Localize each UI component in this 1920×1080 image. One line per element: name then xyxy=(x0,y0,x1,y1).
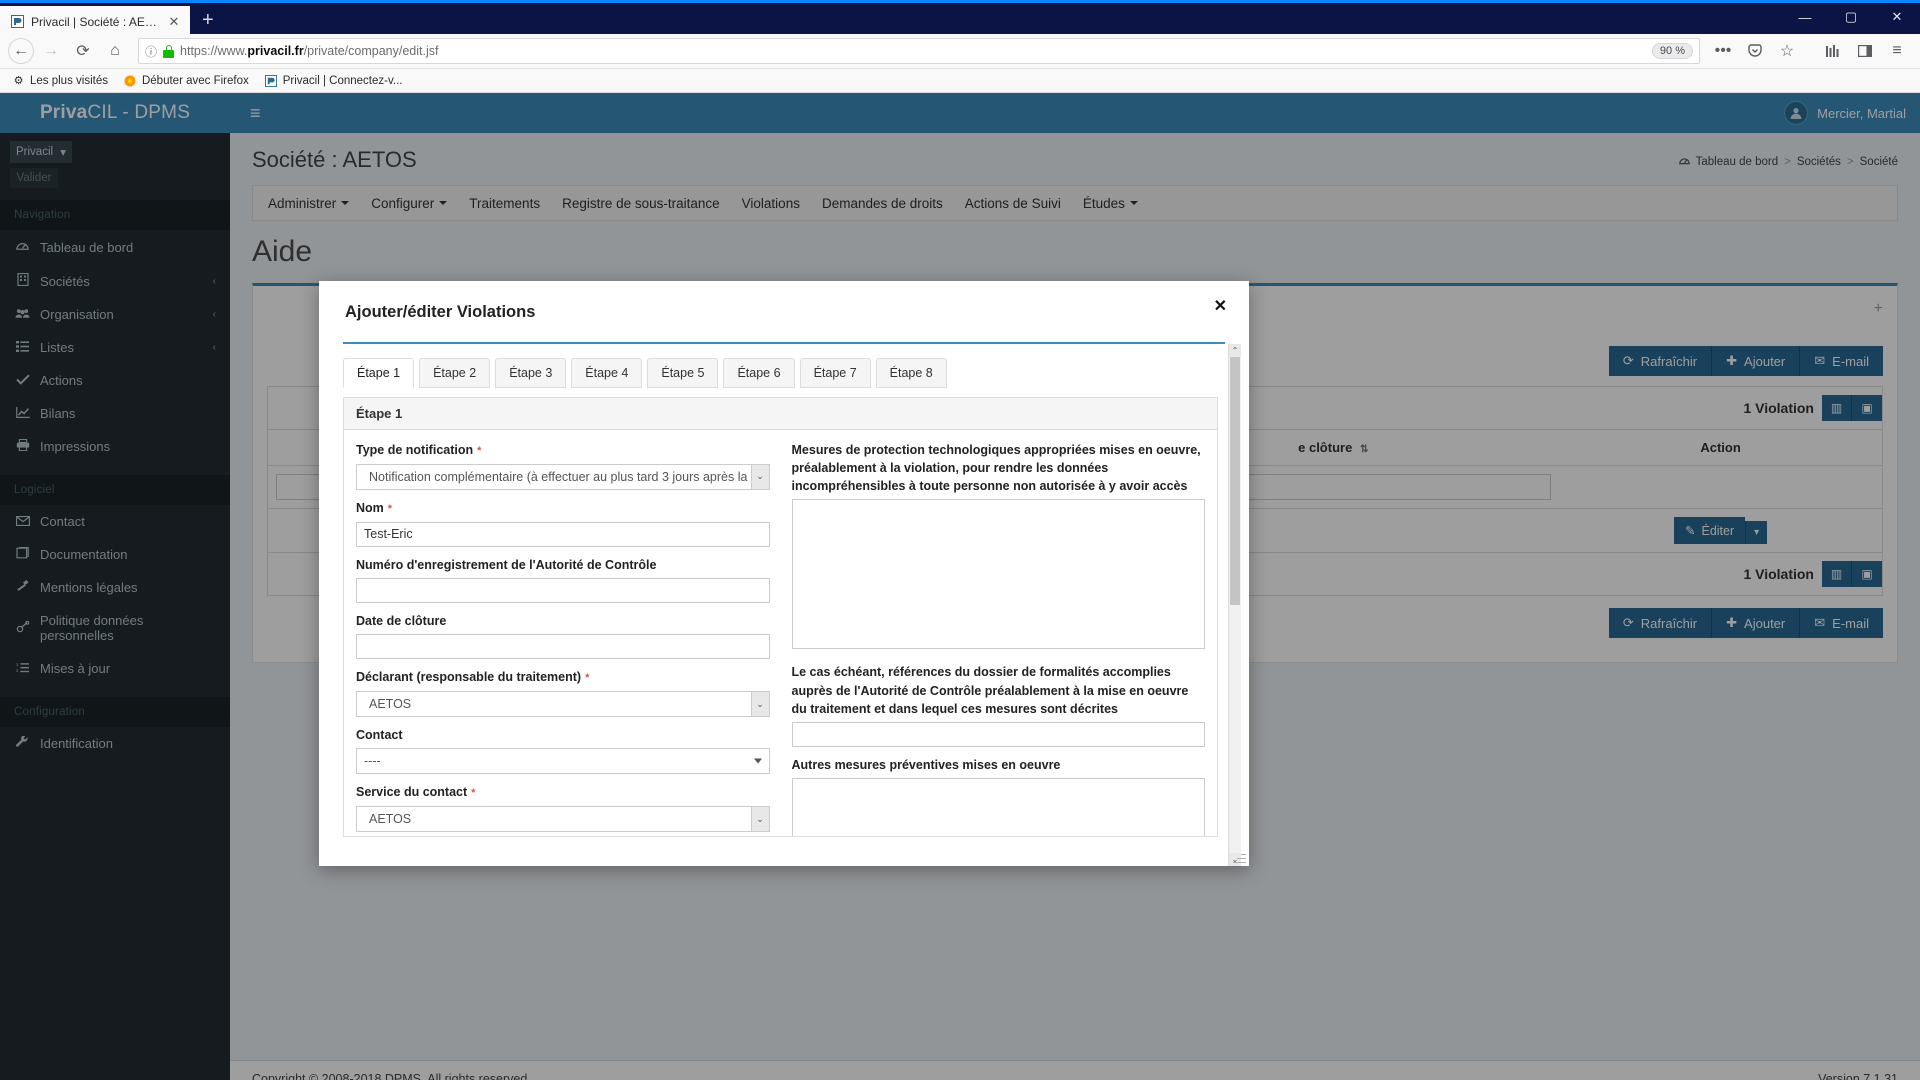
library-icon[interactable] xyxy=(1818,37,1848,65)
input-references-dossier-formalites[interactable] xyxy=(791,721,1205,747)
bookmarks-bar: ⚙ Les plus visités Débuter avec Firefox … xyxy=(0,69,1920,93)
violation-modal: Ajouter/éditer Violations ✕ Étape 1 Étap… xyxy=(319,281,1249,866)
tab-etape-7[interactable]: Étape 7 xyxy=(799,358,871,388)
label-references-dossier-formalites: Le cas échéant, références du dossier de… xyxy=(791,665,1189,716)
label-text: Type de notification xyxy=(356,443,474,457)
url-bar[interactable]: ⓘ https://www.privacil.fr/private/compan… xyxy=(138,38,1700,64)
forward-icon[interactable]: → xyxy=(36,37,66,65)
sidebar-toggle-icon[interactable] xyxy=(1850,37,1880,65)
modal-resize-handle[interactable] xyxy=(1233,850,1246,863)
modal-fieldset: Étape 1 Type de notification * Notificati… xyxy=(343,397,1218,837)
window-controls: — ▢ ✕ xyxy=(1782,0,1920,34)
firefox-icon xyxy=(124,74,137,87)
info-icon[interactable]: ⓘ xyxy=(145,43,157,60)
zoom-level-badge[interactable]: 90 % xyxy=(1651,43,1693,59)
maximize-icon[interactable]: ▢ xyxy=(1828,0,1874,34)
input-nom[interactable] xyxy=(356,521,770,547)
modal-scroll-area: Étape 1 Étape 2 Étape 3 Étape 4 Étape 5 … xyxy=(319,344,1249,866)
browser-window: Privacil | Société : AETOS ✕ + — ▢ ✕ ← →… xyxy=(0,0,1920,1080)
browser-tabstrip: Privacil | Société : AETOS ✕ + — ▢ ✕ xyxy=(0,0,1920,37)
tab-etape-8[interactable]: Étape 8 xyxy=(875,358,947,388)
chevron-down-icon: ⌄ xyxy=(750,692,769,717)
textarea-autres-mesures-preventives[interactable] xyxy=(791,777,1205,836)
fieldset-legend: Étape 1 xyxy=(344,398,1217,430)
input-numero-enregistrement[interactable] xyxy=(356,578,770,603)
tab-etape-1[interactable]: Étape 1 xyxy=(343,358,415,388)
required-marker: * xyxy=(471,787,476,800)
select-value: AETOS xyxy=(369,812,412,827)
required-marker: * xyxy=(387,502,393,515)
bookmark-label: Les plus visités xyxy=(30,74,108,87)
bookmark-label: Débuter avec Firefox xyxy=(141,74,249,87)
tab-etape-2[interactable]: Étape 2 xyxy=(419,358,491,388)
select-value: Notification complémentaire (à effectuer… xyxy=(369,469,765,484)
fieldset-columns: Type de notification * Notification compl… xyxy=(344,430,1217,836)
url-text: https://www.privacil.fr/private/company/… xyxy=(180,44,439,58)
window-close-icon[interactable]: ✕ xyxy=(1874,0,1920,34)
modal-scrollbar[interactable]: ⌃ ⌄ xyxy=(1228,344,1241,866)
select-type-de-notification[interactable]: Notification complémentaire (à effectuer… xyxy=(356,463,770,490)
label-service-du-contact: Service du contact * xyxy=(356,783,770,802)
privacil-favicon xyxy=(265,74,278,87)
save-to-pocket-icon[interactable] xyxy=(1740,37,1770,65)
input-date-de-cloture[interactable] xyxy=(356,634,770,660)
bookmark-label: Privacil | Connectez-v... xyxy=(282,74,403,87)
browser-tab-title: Privacil | Société : AETOS xyxy=(31,14,159,29)
select-service-du-contact[interactable]: AETOS ⌄ xyxy=(356,806,770,833)
application-viewport: Priva CIL - DPMS ≡ Mercier, Martial Priva… xyxy=(0,93,1920,1080)
bookmark-item-privacil[interactable]: Privacil | Connectez-v... xyxy=(265,74,403,87)
chevron-down-icon: ⌄ xyxy=(750,807,769,832)
label-text: Service du contact xyxy=(356,785,468,800)
select-declarant[interactable]: AETOS ⌄ xyxy=(356,691,770,718)
required-marker: * xyxy=(477,445,482,457)
label-contact: Contact xyxy=(356,728,403,743)
label-type-de-notification: Type de notification * xyxy=(356,441,770,460)
new-tab-button[interactable]: + xyxy=(190,10,226,34)
label-text: Nom xyxy=(356,500,384,515)
bookmark-item-les-plus-visites[interactable]: ⚙ Les plus visités xyxy=(12,74,108,88)
bookmark-item-debuter-avec-firefox[interactable]: Débuter avec Firefox xyxy=(124,74,249,87)
minimize-icon[interactable]: — xyxy=(1782,0,1828,34)
lock-icon xyxy=(163,44,175,58)
browser-navbar: ← → ⟳ ⌂ ⓘ https://www.privacil.fr/privat… xyxy=(0,34,1920,69)
modal-header: Ajouter/éditer Violations ✕ xyxy=(319,281,1249,322)
label-declarant: Déclarant (responsable du traitement) * xyxy=(356,668,770,687)
right-column: Mesures de protection technologiques app… xyxy=(791,441,1205,836)
app-menu-icon[interactable]: ≡ xyxy=(1882,37,1912,65)
close-icon[interactable]: ✕ xyxy=(1214,299,1227,315)
select-value: AETOS xyxy=(369,697,412,712)
chevron-down-icon: ⌄ xyxy=(750,464,769,489)
tab-etape-6[interactable]: Étape 6 xyxy=(723,358,795,388)
scrollbar-thumb[interactable] xyxy=(1230,357,1240,605)
reload-icon[interactable]: ⟳ xyxy=(68,37,98,65)
gear-icon: ⚙ xyxy=(13,75,24,87)
browser-tab[interactable]: Privacil | Société : AETOS ✕ xyxy=(0,6,190,37)
label-nom: Nom * xyxy=(356,499,770,518)
label-numero-enregistrement: Numéro d'enregistrement de l'Autorité de… xyxy=(356,557,657,572)
modal-tabs: Étape 1 Étape 2 Étape 3 Étape 4 Étape 5 … xyxy=(343,358,1218,388)
tab-etape-4[interactable]: Étape 4 xyxy=(571,358,643,388)
select-value: ---- xyxy=(364,754,381,769)
bookmark-star-icon[interactable]: ☆ xyxy=(1772,37,1802,65)
privacil-favicon xyxy=(10,15,24,29)
home-icon[interactable]: ⌂ xyxy=(100,37,130,65)
left-column: Type de notification * Notification compl… xyxy=(356,441,770,836)
label-date-de-cloture: Date de clôture xyxy=(356,614,447,628)
label-mesures-protection-technologiques: Mesures de protection technologiques app… xyxy=(791,443,1201,494)
modal-title: Ajouter/éditer Violations xyxy=(345,303,536,321)
modal-content: Étape 1 Étape 2 Étape 3 Étape 4 Étape 5 … xyxy=(319,344,1228,866)
label-text: Déclarant (responsable du traitement) xyxy=(356,670,582,685)
close-icon[interactable]: ✕ xyxy=(166,14,182,30)
chevron-down-icon xyxy=(753,758,762,764)
label-autres-mesures-preventives: Autres mesures préventives mises en oeuv… xyxy=(791,757,1061,772)
page-actions-icon[interactable]: ••• xyxy=(1708,37,1738,65)
tab-etape-5[interactable]: Étape 5 xyxy=(647,358,719,388)
select-contact[interactable]: ---- xyxy=(356,748,770,775)
scroll-up-icon[interactable]: ⌃ xyxy=(1229,344,1241,357)
back-icon[interactable]: ← xyxy=(8,38,34,64)
textarea-mesures-protection-technologiques[interactable] xyxy=(791,499,1205,650)
tab-etape-3[interactable]: Étape 3 xyxy=(495,358,567,388)
required-marker: * xyxy=(585,672,590,685)
